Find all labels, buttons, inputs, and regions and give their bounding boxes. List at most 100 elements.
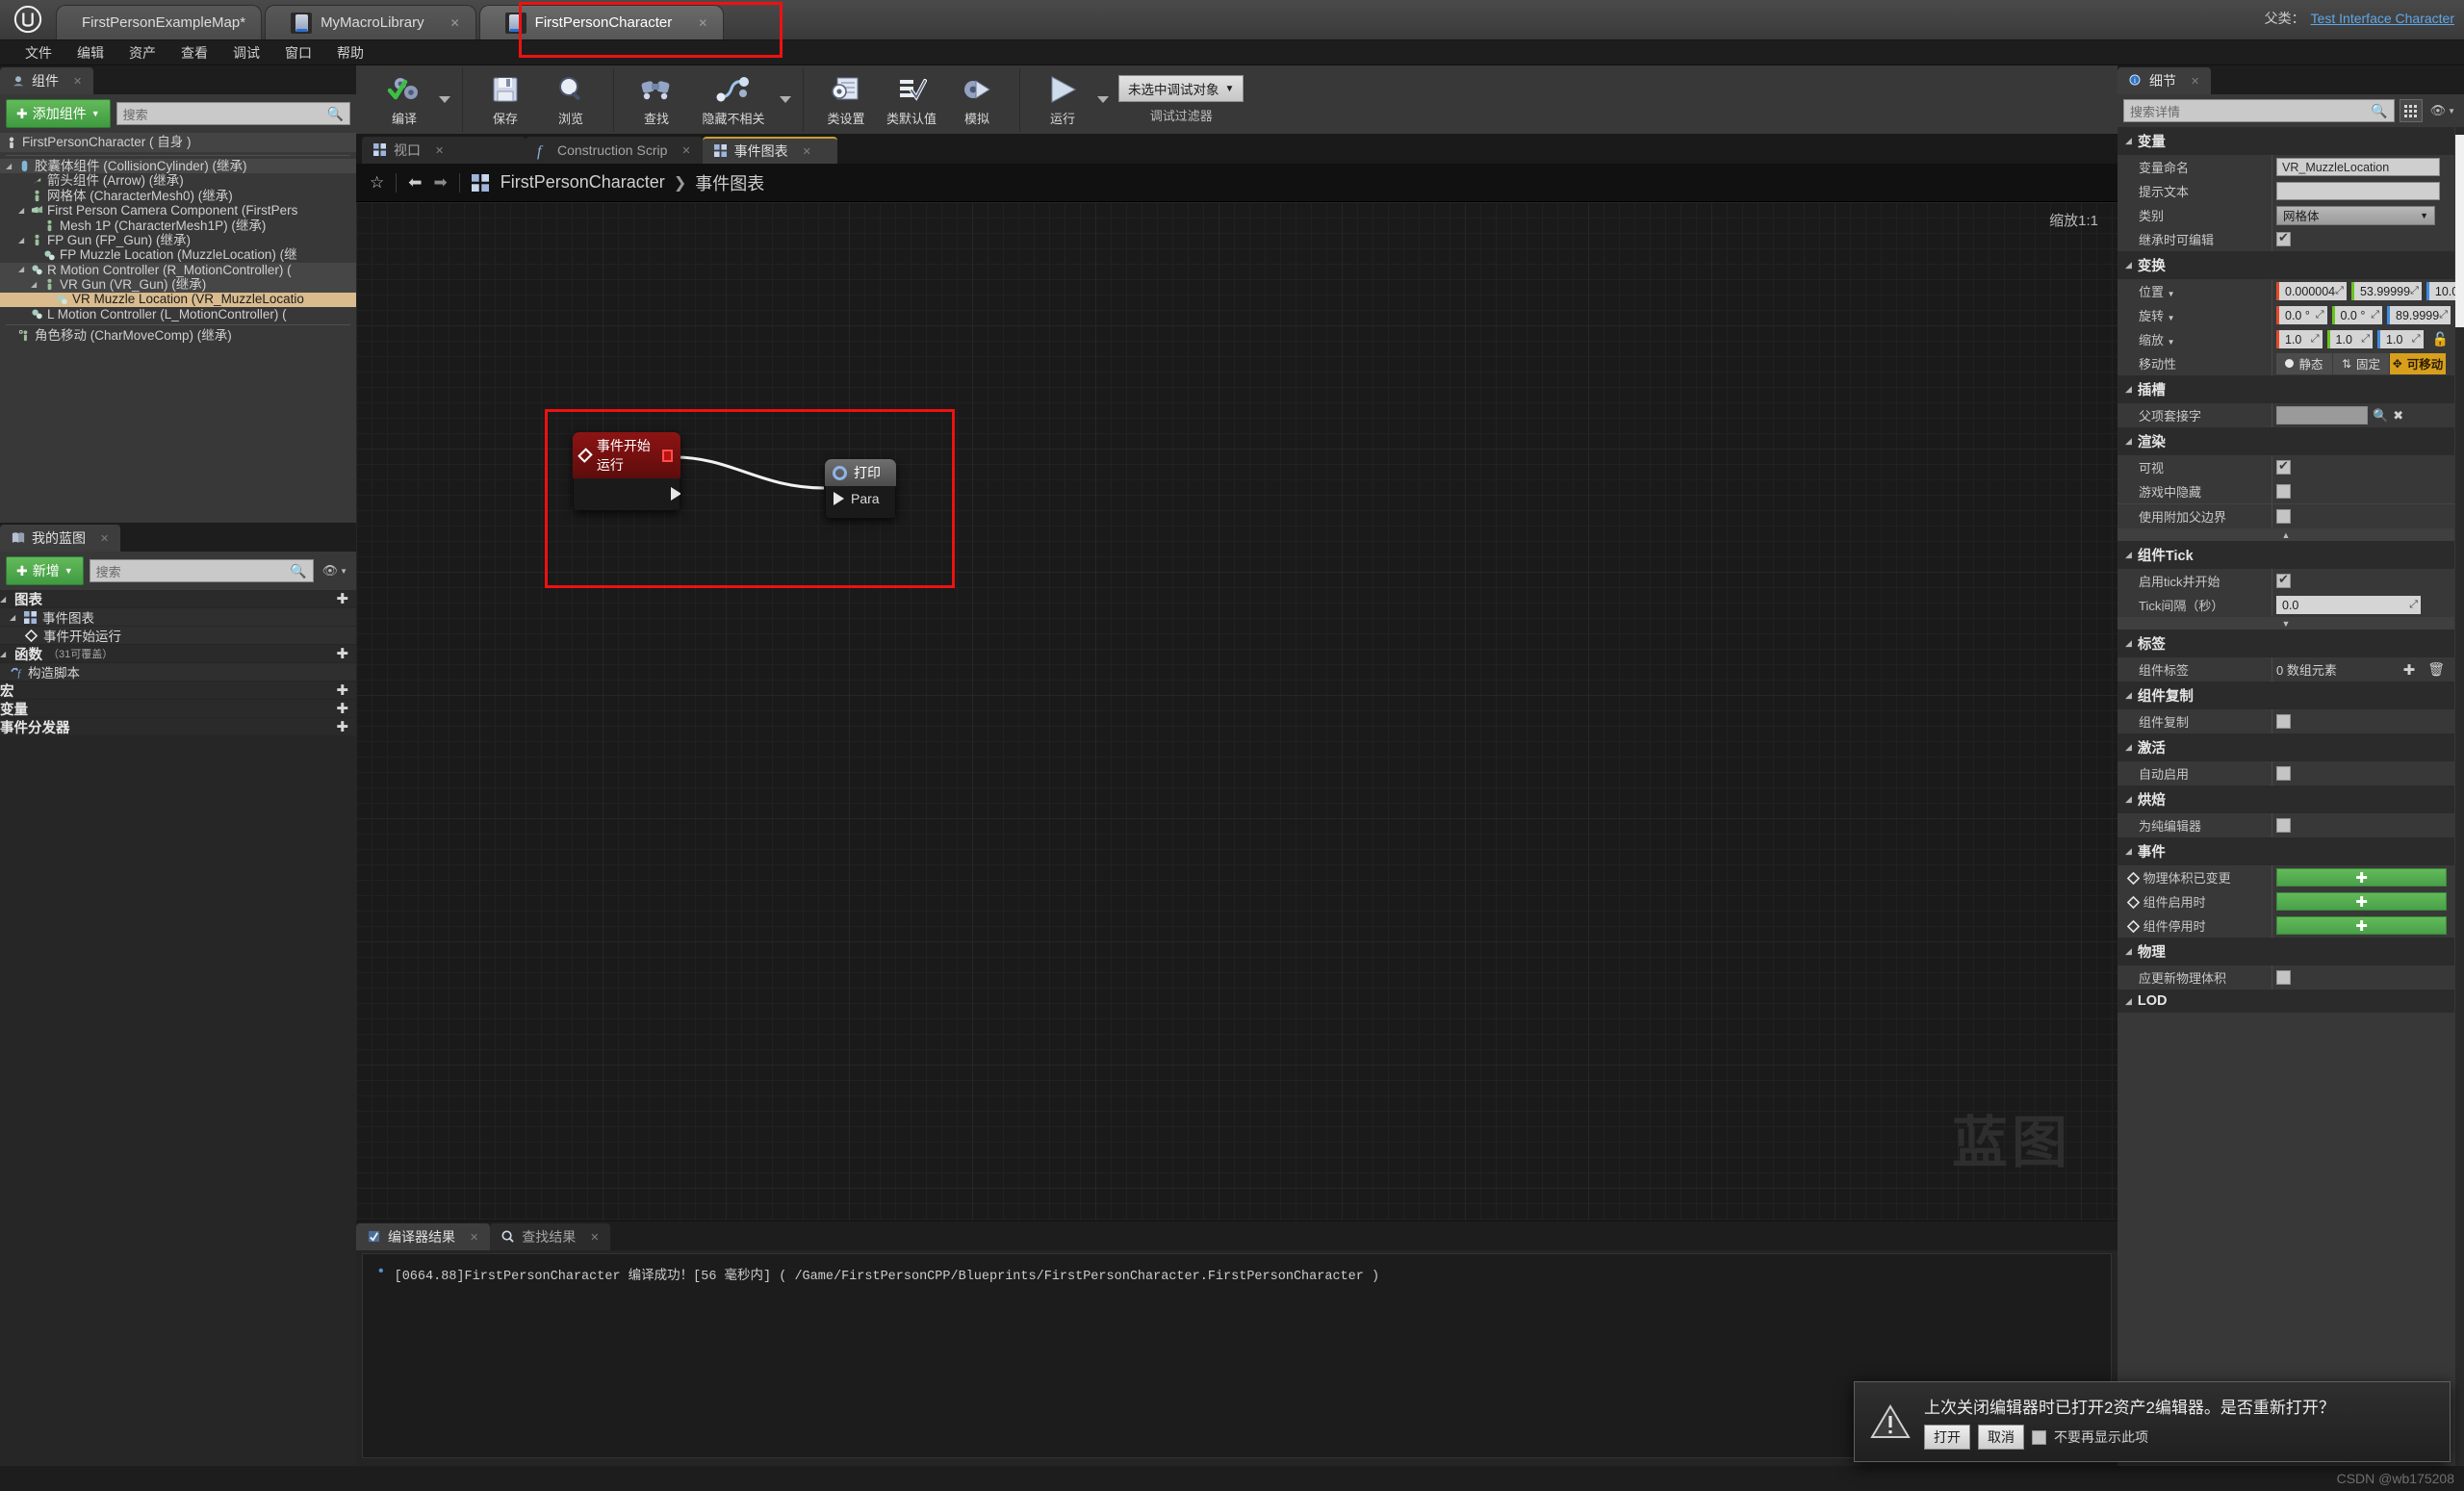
vector-x-input[interactable]: 1.0 ⤢ <box>2276 330 2323 348</box>
property-checkbox[interactable] <box>2276 230 2291 246</box>
menu-item-file[interactable]: 文件 <box>13 40 64 65</box>
add-item-button[interactable]: ✚ <box>336 718 348 735</box>
myblueprint-category[interactable]: 变量 ✚ <box>0 700 356 718</box>
component-tree-item[interactable]: ◢ 胶囊体组件 (CollisionCylinder) (继承) <box>0 159 356 174</box>
node-event-begin-play[interactable]: 事件开始运行 <box>573 432 680 511</box>
tab-viewport[interactable]: 视口 ✕ <box>362 137 526 164</box>
myblueprint-category[interactable]: 事件分发器 ✚ <box>0 718 356 736</box>
expand-arrow-icon[interactable]: ◢ <box>2125 742 2132 753</box>
details-search-input[interactable]: 搜索详情 🔍 <box>2123 99 2395 122</box>
property-number-input[interactable]: 0.0 ⤢ <box>2276 596 2421 614</box>
myblueprint-search-input[interactable]: 搜索 🔍 <box>89 559 314 582</box>
component-tree-item[interactable]: ◢ Mesh 1P (CharacterMesh1P) (继承) <box>0 219 356 233</box>
property-text-input[interactable]: VR_MuzzleLocation <box>2276 158 2440 176</box>
chevron-down-icon[interactable]: ▼ <box>2168 338 2175 347</box>
hide-unrelated-button[interactable]: 隐藏不相关 <box>691 70 776 130</box>
tab-components[interactable]: 组件 ✕ <box>0 67 94 94</box>
chevron-down-icon[interactable]: ▼ <box>2420 211 2428 220</box>
expand-arrow-icon[interactable]: ◢ <box>31 280 39 289</box>
clear-icon[interactable]: ✖ <box>2393 408 2403 424</box>
event-graph-canvas[interactable]: 缩放1:1 蓝图 事件开始运行 打印 Para <box>356 202 2118 1221</box>
add-event-button[interactable]: ✚ <box>2276 868 2447 887</box>
window-tab-map[interactable]: FirstPersonExampleMap* <box>56 5 263 39</box>
details-scrollbar[interactable] <box>2455 127 2464 1466</box>
details-section-header[interactable]: ◢ 插槽 <box>2118 375 2454 403</box>
close-icon[interactable]: ✕ <box>435 144 444 157</box>
add-new-button[interactable]: ✚ 新增 ▼ <box>6 556 84 585</box>
cancel-button[interactable]: 取消 <box>1978 1425 2024 1450</box>
add-array-element-button[interactable]: ✚ <box>2396 661 2424 679</box>
components-tree[interactable]: FirstPersonCharacter ( 自身 ) ◢ 胶囊体组件 (Coll… <box>0 133 356 523</box>
details-visibility-options[interactable]: 👁 ▼ <box>2427 103 2458 118</box>
node-print[interactable]: 打印 Para <box>825 459 896 519</box>
node-breakpoint-icon[interactable] <box>662 449 673 462</box>
breadcrumb-item-blueprint[interactable]: FirstPersonCharacter <box>500 172 665 193</box>
spinner-icon[interactable]: ⤢ <box>2335 285 2344 297</box>
myblueprint-category[interactable]: ◢ 函数 （31可覆盖） ✚ <box>0 645 356 663</box>
property-checkbox[interactable] <box>2276 509 2291 524</box>
close-icon[interactable]: ✕ <box>73 75 82 88</box>
spinner-icon[interactable]: ⤢ <box>2412 333 2421 346</box>
close-icon[interactable]: ✕ <box>433 16 460 30</box>
myblueprint-category[interactable]: ◢ 图表 ✚ <box>0 590 356 608</box>
close-icon[interactable]: ✕ <box>803 145 811 158</box>
close-icon[interactable]: ✕ <box>100 532 109 545</box>
dont-show-again-checkbox[interactable] <box>2032 1429 2046 1445</box>
expand-arrow-icon[interactable]: ◢ <box>2125 136 2132 146</box>
window-tab-firstpersoncharacter[interactable]: FirstPersonCharacter ✕ <box>478 5 725 39</box>
spinner-icon[interactable]: ⤢ <box>2371 309 2379 321</box>
spinner-icon[interactable]: ⤢ <box>2409 599 2418 611</box>
menu-item-debug[interactable]: 调试 <box>221 40 271 65</box>
breadcrumb-item-graph[interactable]: 事件图表 <box>695 170 764 195</box>
add-component-button[interactable]: ✚ 添加组件 ▼ <box>6 99 111 128</box>
close-icon[interactable]: ✕ <box>2191 75 2199 88</box>
myblueprint-list[interactable]: ◢ 图表 ✚ ◢ 事件图表 事件开始运行 ◢ 函数 （31可覆盖） ✚ f 构造脚本宏 ✚ 变量 ✚ 事件分发… <box>0 590 356 736</box>
component-tree-item[interactable]: ◢ VR Gun (VR_Gun) (继承) <box>0 277 356 293</box>
search-icon[interactable]: 🔍 <box>2373 408 2388 424</box>
delete-array-button[interactable]: 🗑 <box>2427 661 2454 678</box>
add-item-button[interactable]: ✚ <box>336 700 348 717</box>
menu-item-window[interactable]: 窗口 <box>273 40 323 65</box>
browse-button[interactable]: 浏览 <box>540 70 602 130</box>
add-item-button[interactable]: ✚ <box>336 645 348 662</box>
expand-arrow-icon[interactable]: ◢ <box>2125 436 2132 447</box>
debug-object-select[interactable]: 未选中调试对象 ▼ <box>1118 75 1245 102</box>
mobility-option-static[interactable]: 静态 <box>2276 352 2333 374</box>
mobility-option-movable[interactable]: ✥ 可移动 <box>2390 352 2447 374</box>
compile-button[interactable]: 编译 <box>373 70 435 130</box>
simulate-button[interactable]: 模拟 <box>946 70 1008 130</box>
spinner-icon[interactable]: ⤢ <box>2316 309 2324 321</box>
expand-arrow-icon[interactable]: ◢ <box>2125 638 2132 649</box>
vector-y-input[interactable]: 1.0 ⤢ <box>2326 330 2374 348</box>
component-tree-item[interactable]: ◢ VR Muzzle Location (VR_MuzzleLocatio <box>0 292 356 307</box>
expand-arrow-icon[interactable]: ◢ <box>2125 996 2132 1007</box>
details-section-header[interactable]: ◢ LOD <box>2118 990 2454 1013</box>
myblueprint-item[interactable]: f 构造脚本 <box>0 663 356 681</box>
property-checkbox[interactable] <box>2276 572 2291 588</box>
expand-arrow-icon[interactable]: ◢ <box>18 206 27 215</box>
menu-item-help[interactable]: 帮助 <box>325 40 375 65</box>
close-icon[interactable]: ✕ <box>470 1231 478 1244</box>
vector-z-input[interactable]: 89.9999 ⤢ <box>2387 306 2451 324</box>
component-tree-item[interactable]: ◢ 角色移动 (CharMoveComp) (继承) <box>0 328 356 343</box>
add-event-button[interactable]: ✚ <box>2276 892 2447 911</box>
menu-item-asset[interactable]: 资产 <box>117 40 167 65</box>
details-section-header[interactable]: ◢ 事件 <box>2118 837 2454 865</box>
node-input-pin-row[interactable]: Para <box>834 491 887 506</box>
play-button[interactable]: 运行 <box>1032 70 1093 130</box>
add-event-button[interactable]: ✚ <box>2276 916 2447 935</box>
details-section-header[interactable]: ◢ 标签 <box>2118 630 2454 657</box>
expand-arrow-icon[interactable]: ◢ <box>18 236 27 244</box>
vector-x-input[interactable]: 0.000004 ⤢ <box>2276 282 2347 300</box>
spinner-icon[interactable]: ⤢ <box>2439 309 2448 321</box>
window-tab-mymacrolibrary[interactable]: MyMacroLibrary ✕ <box>265 5 476 39</box>
exec-output-pin[interactable] <box>671 487 680 501</box>
menu-item-edit[interactable]: 编辑 <box>65 40 116 65</box>
grid-view-toggle[interactable] <box>2399 99 2423 122</box>
component-tree-item[interactable]: ◢ FP Muzzle Location (MuzzleLocation) (继 <box>0 247 356 262</box>
property-checkbox[interactable] <box>2276 714 2291 729</box>
tree-root-item[interactable]: FirstPersonCharacter ( 自身 ) <box>0 133 356 152</box>
property-text-input[interactable] <box>2276 182 2440 200</box>
details-section-header[interactable]: ◢ 渲染 <box>2118 427 2454 455</box>
tab-event-graph[interactable]: 事件图表 ✕ <box>702 137 837 164</box>
